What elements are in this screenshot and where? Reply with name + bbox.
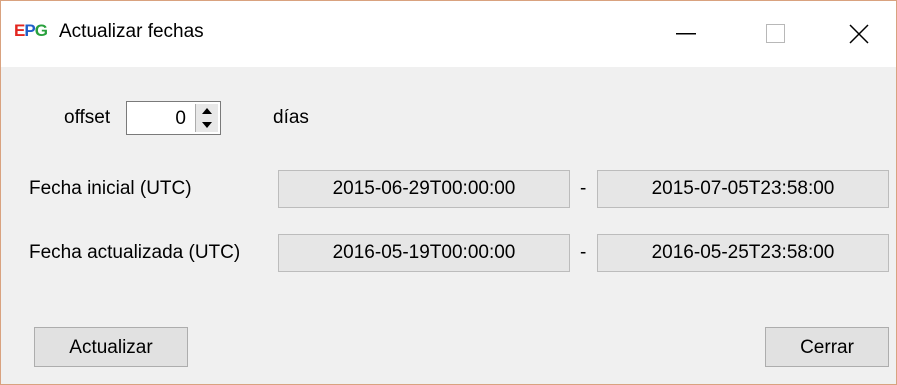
window-title: Actualizar fechas [59,21,204,42]
initial-date-separator: - [580,178,587,199]
offset-value[interactable]: 0 [175,108,186,130]
offset-unit-label: días [273,107,309,128]
app-logo-letter-g: G [34,21,48,40]
app-logo-letter-p: P [24,21,35,40]
minimize-button[interactable] [641,1,731,67]
initial-date-label: Fecha inicial (UTC) [29,178,192,199]
close-button[interactable]: Cerrar [765,327,889,367]
updated-start-date: 2016-05-19T00:00:00 [278,234,570,272]
spin-up-button[interactable] [196,104,218,119]
updated-date-label: Fecha actualizada (UTC) [29,242,241,263]
spin-down-button[interactable] [196,118,218,132]
minimize-icon [676,33,696,35]
initial-start-date: 2015-06-29T00:00:00 [278,170,570,208]
dialog-window: EPG Actualizar fechas offset 0 días Fech… [0,0,897,385]
offset-spinbox[interactable]: 0 [126,101,221,135]
update-button[interactable]: Actualizar [34,327,188,367]
close-window-button[interactable] [821,1,896,67]
app-logo-icon: EPG [14,21,48,41]
title-bar[interactable]: EPG Actualizar fechas [1,1,896,67]
updated-end-date: 2016-05-25T23:58:00 [597,234,889,272]
maximize-button[interactable] [731,1,821,67]
spin-arrows [195,104,218,132]
initial-end-date: 2015-07-05T23:58:00 [597,170,889,208]
close-icon [848,24,869,44]
updated-date-separator: - [580,242,587,263]
app-logo-letter-e: E [14,21,25,40]
maximize-icon [766,24,785,43]
arrow-up-icon [202,108,212,114]
arrow-down-icon [202,122,212,128]
offset-label: offset [64,107,111,128]
